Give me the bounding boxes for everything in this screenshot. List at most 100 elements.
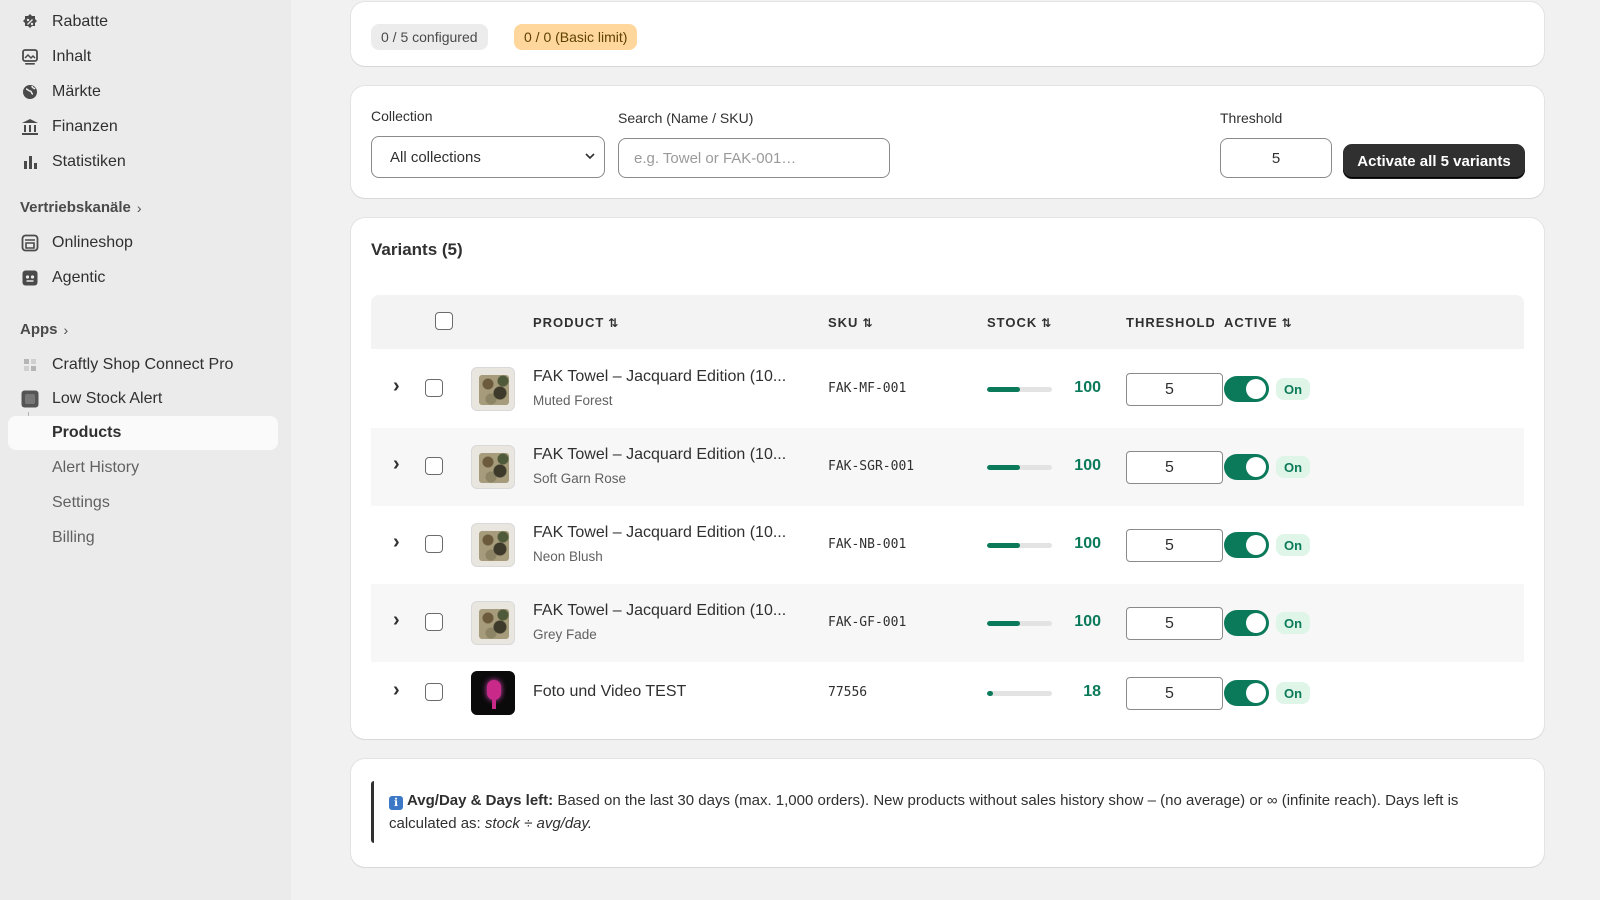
row-threshold-input[interactable] xyxy=(1126,677,1223,710)
row-checkbox[interactable] xyxy=(425,379,443,397)
active-status-badge: On xyxy=(1276,534,1311,556)
active-toggle[interactable] xyxy=(1224,376,1269,402)
expand-chevron-icon[interactable]: › xyxy=(393,679,400,702)
apps-section[interactable]: Apps › xyxy=(20,321,68,338)
sidebar-item-label: Statistiken xyxy=(52,153,126,170)
product-name[interactable]: FAK Towel – Jacquard Edition (10... xyxy=(533,368,786,386)
row-checkbox[interactable] xyxy=(425,535,443,553)
active-toggle[interactable] xyxy=(1224,454,1269,480)
sidebar: Rabatte Inhalt Märkte Finanzen Statistik… xyxy=(0,0,291,900)
info-card: ℹ Avg/Day & Days left: Based on the last … xyxy=(351,759,1544,867)
product-name[interactable]: FAK Towel – Jacquard Edition (10... xyxy=(533,524,786,542)
sku-value: FAK-MF-001 xyxy=(828,381,907,396)
column-label: ACTIVE xyxy=(1224,315,1278,330)
expand-chevron-icon[interactable]: › xyxy=(393,531,400,554)
section-label: Vertriebskanäle xyxy=(20,199,131,216)
stock-value: 100 xyxy=(1074,379,1101,396)
stock-value: 18 xyxy=(1083,683,1101,700)
row-checkbox[interactable] xyxy=(425,457,443,475)
select-all-checkbox[interactable] xyxy=(435,312,453,330)
column-stock[interactable]: STOCK ⇅ xyxy=(987,315,1051,330)
sidebar-item-finanzen[interactable]: Finanzen xyxy=(8,110,278,144)
activate-all-button[interactable]: Activate all 5 variants xyxy=(1343,144,1525,178)
row-threshold-input[interactable] xyxy=(1126,373,1223,406)
sidebar-item-agentic[interactable]: Agentic xyxy=(8,261,278,295)
variants-card: Variants (5) PRODUCT ⇅ SKU ⇅ STOCK ⇅ THRESH… xyxy=(351,218,1544,739)
row-threshold-input[interactable] xyxy=(1126,529,1223,562)
column-label: STOCK xyxy=(987,315,1038,330)
sidebar-item-low-stock-alert[interactable]: Low Stock Alert xyxy=(8,382,278,416)
sidebar-item-label: Märkte xyxy=(52,83,101,100)
product-thumbnail xyxy=(471,523,515,567)
column-product[interactable]: PRODUCT ⇅ xyxy=(533,315,618,330)
sidebar-subitem-alert-history[interactable]: Alert History xyxy=(8,451,278,485)
sidebar-item-statistiken[interactable]: Statistiken xyxy=(8,145,278,179)
note-formula: stock ÷ avg/day. xyxy=(484,815,593,832)
threshold-input[interactable] xyxy=(1220,138,1332,178)
chevron-down-icon xyxy=(584,150,596,165)
sidebar-item-onlineshop[interactable]: Onlineshop xyxy=(8,226,278,260)
sidebar-item-label: Onlineshop xyxy=(52,234,133,251)
product-variant: Neon Blush xyxy=(533,549,603,564)
expand-chevron-icon[interactable]: › xyxy=(393,453,400,476)
chevron-right-icon: › xyxy=(136,199,142,216)
product-name[interactable]: FAK Towel – Jacquard Edition (10... xyxy=(533,602,786,620)
row-checkbox[interactable] xyxy=(425,613,443,631)
stock-bar-fill xyxy=(987,387,1020,392)
product-thumbnail xyxy=(471,671,515,715)
row-threshold-input[interactable] xyxy=(1126,451,1223,484)
variants-title: Variants (5) xyxy=(371,240,463,259)
active-toggle[interactable] xyxy=(1224,532,1269,558)
expand-chevron-icon[interactable]: › xyxy=(393,375,400,398)
sales-channels-section[interactable]: Vertriebskanäle › xyxy=(20,199,142,216)
chart-icon xyxy=(20,152,40,172)
sidebar-item-rabatte[interactable]: Rabatte xyxy=(8,5,278,39)
sidebar-item-label: Craftly Shop Connect Pro xyxy=(52,356,234,373)
towel-image xyxy=(479,531,509,561)
stock-bar-fill xyxy=(987,543,1020,548)
content-icon xyxy=(20,47,40,67)
sidebar-item-label: Rabatte xyxy=(52,13,109,30)
towel-image xyxy=(479,453,509,483)
sidebar-item-craftly[interactable]: Craftly Shop Connect Pro xyxy=(8,348,278,382)
stock-bar xyxy=(987,465,1052,470)
product-thumbnail xyxy=(471,445,515,489)
sku-value: FAK-NB-001 xyxy=(828,537,907,552)
search-input[interactable] xyxy=(618,138,890,178)
row-checkbox[interactable] xyxy=(425,683,443,701)
column-sku[interactable]: SKU ⇅ xyxy=(828,315,873,330)
table-header: PRODUCT ⇅ SKU ⇅ STOCK ⇅ THRESHOLD ACTIVE ⇅ xyxy=(371,295,1524,349)
toggle-knob xyxy=(1246,613,1266,633)
sidebar-item-maerkte[interactable]: Märkte xyxy=(8,75,278,109)
sidebar-subitem-products[interactable]: Products xyxy=(8,416,278,450)
stock-bar xyxy=(987,691,1052,696)
sidebar-subitem-label: Products xyxy=(52,424,122,441)
bank-icon xyxy=(20,117,40,137)
active-toggle[interactable] xyxy=(1224,680,1269,706)
search-label: Search (Name / SKU) xyxy=(618,110,754,126)
discount-icon xyxy=(20,12,40,32)
sidebar-subitem-settings[interactable]: Settings xyxy=(8,486,278,520)
sku-value: FAK-GF-001 xyxy=(828,615,907,630)
sidebar-subitem-label: Billing xyxy=(52,529,95,546)
store-icon xyxy=(20,233,40,253)
product-name[interactable]: Foto und Video TEST xyxy=(533,683,686,701)
product-name[interactable]: FAK Towel – Jacquard Edition (10... xyxy=(533,446,786,464)
toggle-knob xyxy=(1246,683,1266,703)
column-active[interactable]: ACTIVE ⇅ xyxy=(1224,315,1292,330)
expand-chevron-icon[interactable]: › xyxy=(393,609,400,632)
row-threshold-input[interactable] xyxy=(1126,607,1223,640)
sidebar-item-inhalt[interactable]: Inhalt xyxy=(8,40,278,74)
active-toggle[interactable] xyxy=(1224,610,1269,636)
stock-bar-fill xyxy=(987,691,993,696)
microphone-image xyxy=(487,680,501,700)
stock-bar xyxy=(987,621,1052,626)
sort-icon: ⇅ xyxy=(1041,316,1052,330)
column-label: SKU xyxy=(828,315,859,330)
sku-value: 77556 xyxy=(828,685,868,700)
sort-icon: ⇅ xyxy=(862,316,873,330)
sidebar-subitem-label: Alert History xyxy=(52,459,140,476)
stock-bar-fill xyxy=(987,621,1020,626)
sidebar-subitem-billing[interactable]: Billing xyxy=(8,521,278,555)
collection-select[interactable]: All collections xyxy=(371,136,605,178)
